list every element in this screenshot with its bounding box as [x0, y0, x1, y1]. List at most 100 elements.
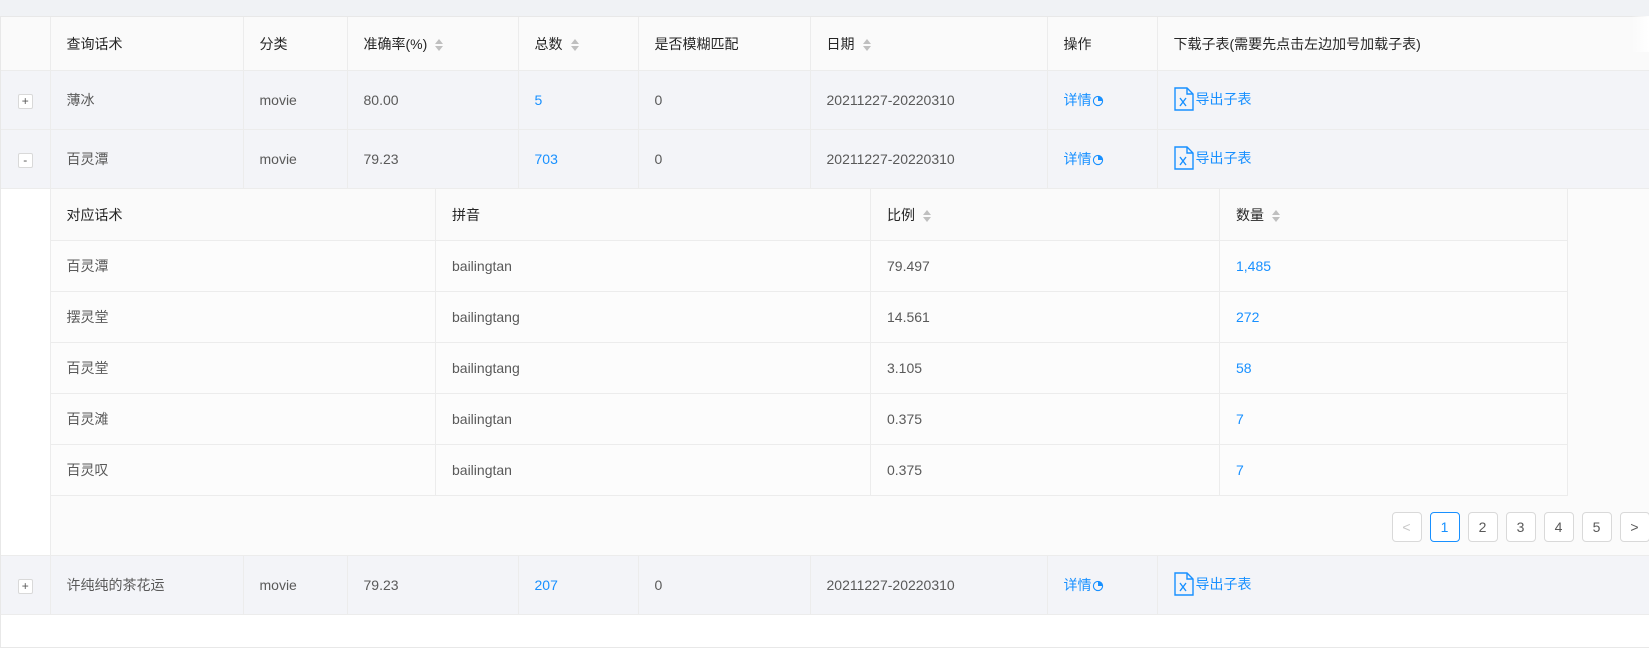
ratio-cell: 0.375 [870, 393, 1220, 445]
phrase-cell: 百灵叹 [50, 444, 436, 496]
ratio-cell: 3.105 [870, 342, 1220, 394]
fuzzy-cell: 0 [638, 129, 811, 189]
excel-file-icon [1173, 145, 1194, 170]
pie-chart-icon [1092, 96, 1103, 107]
ratio-cell: 79.497 [870, 240, 1220, 292]
count-link[interactable]: 58 [1236, 360, 1252, 376]
total-cell: 5 [518, 70, 639, 130]
accuracy-cell: 79.23 [347, 555, 519, 615]
export-subtable-label: 导出子表 [1195, 149, 1252, 166]
sort-icon[interactable] [570, 38, 579, 51]
fuzzy-cell: 0 [638, 555, 811, 615]
subtable-row: 百灵堂 bailingtang 3.105 58 [50, 342, 1568, 394]
sort-icon[interactable] [862, 38, 871, 51]
pagination-page-3[interactable]: 3 [1505, 512, 1536, 542]
column-header-accuracy[interactable]: 准确率(%) [347, 17, 519, 71]
pie-chart-icon [1092, 581, 1103, 592]
excel-file-icon [1173, 571, 1194, 596]
column-header-download: 下载子表(需要先点击左边加号加载子表) [1157, 17, 1649, 71]
subtable-row: 摆灵堂 bailingtang 14.561 272 [50, 291, 1568, 343]
count-link[interactable]: 7 [1236, 462, 1244, 478]
category-cell: movie [243, 70, 348, 130]
pagination: < 1 2 3 4 5 > [51, 496, 1649, 555]
subtable-header-count[interactable]: 数量 [1219, 189, 1568, 241]
collapse-button[interactable]: - [17, 152, 33, 168]
total-cell: 207 [518, 555, 639, 615]
scroll-fade [1631, 16, 1649, 52]
table-row: - 百灵潭 movie 79.23 703 0 20211227-2022031… [1, 129, 1649, 189]
pagination-page-4[interactable]: 4 [1543, 512, 1574, 542]
export-subtable-button[interactable]: 导出子表 [1173, 86, 1252, 111]
pagination-prev-button[interactable]: < [1391, 512, 1422, 542]
pinyin-cell: bailingtan [435, 393, 871, 445]
total-link[interactable]: 703 [535, 151, 558, 167]
pinyin-cell: bailingtan [435, 444, 871, 496]
detail-link-label: 详情 [1063, 577, 1092, 593]
phrase-cell: 百灵堂 [50, 342, 436, 394]
count-link[interactable]: 272 [1236, 309, 1259, 325]
total-link[interactable]: 207 [535, 577, 558, 593]
download-cell: 导出子表 [1157, 129, 1649, 189]
detail-link[interactable]: 详情 [1064, 577, 1104, 593]
subtable-header-row: 对应话术 拼音 比例 数量 [50, 189, 1568, 241]
column-header-date[interactable]: 日期 [810, 17, 1048, 71]
subtable-row: 百灵潭 bailingtan 79.497 1,485 [50, 240, 1568, 292]
expanded-row-spacer [1, 188, 51, 556]
action-cell: 详情 [1047, 129, 1158, 189]
export-subtable-button[interactable]: 导出子表 [1173, 571, 1252, 596]
column-header-action: 操作 [1047, 17, 1158, 71]
column-header-total[interactable]: 总数 [518, 17, 639, 71]
column-header-category: 分类 [243, 17, 348, 71]
category-cell: movie [243, 129, 348, 189]
sort-icon[interactable] [923, 209, 931, 222]
table-row: + 薄冰 movie 80.00 5 0 20211227-20220310 详… [1, 70, 1649, 130]
query-table: 查询话术 分类 准确率(%) 总数 是否模糊匹配 日期 操作 下载子表(需要先点… [1, 17, 1649, 615]
accuracy-cell: 80.00 [347, 70, 519, 130]
expander-column-header [1, 17, 51, 71]
export-subtable-label: 导出子表 [1195, 575, 1252, 592]
expand-button[interactable]: + [17, 93, 33, 109]
pinyin-cell: bailingtan [435, 240, 871, 292]
expander-cell: + [1, 555, 51, 615]
detail-link-label: 详情 [1063, 92, 1092, 108]
pagination-page-1[interactable]: 1 [1429, 512, 1460, 542]
pagination-page-5[interactable]: 5 [1581, 512, 1612, 542]
subtable-header-ratio[interactable]: 比例 [870, 189, 1220, 241]
export-subtable-label: 导出子表 [1195, 90, 1252, 107]
phrase-cell: 百灵滩 [50, 393, 436, 445]
action-cell: 详情 [1047, 70, 1158, 130]
detail-link[interactable]: 详情 [1064, 151, 1104, 167]
pagination-page-2[interactable]: 2 [1467, 512, 1498, 542]
sort-icon[interactable] [435, 38, 444, 51]
accuracy-cell: 79.23 [347, 129, 519, 189]
count-cell: 272 [1219, 291, 1568, 343]
pinyin-cell: bailingtang [435, 291, 871, 343]
pagination-next-button[interactable]: > [1619, 512, 1649, 542]
detail-link[interactable]: 详情 [1064, 92, 1104, 108]
count-cell: 7 [1219, 444, 1568, 496]
export-subtable-button[interactable]: 导出子表 [1173, 145, 1252, 170]
date-cell: 20211227-20220310 [810, 555, 1048, 615]
subtable: 对应话术 拼音 比例 数量 百灵潭 bailingtan 79.497 1,48… [50, 189, 1568, 496]
table-row: + 许纯纯的茶花运 movie 79.23 207 0 20211227-202… [1, 555, 1649, 615]
total-link[interactable]: 5 [535, 92, 543, 108]
subtable-header-count-label: 数量 [1236, 206, 1264, 223]
expand-button[interactable]: + [17, 578, 33, 594]
expander-cell: + [1, 70, 51, 130]
action-cell: 详情 [1047, 555, 1158, 615]
query-results-panel: 查询话术 分类 准确率(%) 总数 是否模糊匹配 日期 操作 下载子表(需要先点… [0, 16, 1649, 648]
phrase-cell: 摆灵堂 [50, 291, 436, 343]
expanded-row: 对应话术 拼音 比例 数量 百灵潭 bailingtan 79.497 1,48… [1, 188, 1649, 556]
subtable-header-ratio-label: 比例 [887, 206, 915, 223]
column-header-fuzzy: 是否模糊匹配 [638, 17, 811, 71]
detail-link-label: 详情 [1063, 151, 1092, 167]
total-cell: 703 [518, 129, 639, 189]
count-link[interactable]: 1,485 [1236, 258, 1271, 274]
phrase-cell: 百灵潭 [50, 240, 436, 292]
ratio-cell: 0.375 [870, 444, 1220, 496]
pinyin-cell: bailingtang [435, 342, 871, 394]
sort-icon[interactable] [1272, 209, 1280, 222]
count-link[interactable]: 7 [1236, 411, 1244, 427]
date-cell: 20211227-20220310 [810, 129, 1048, 189]
subtable-row: 百灵叹 bailingtan 0.375 7 [50, 444, 1568, 496]
